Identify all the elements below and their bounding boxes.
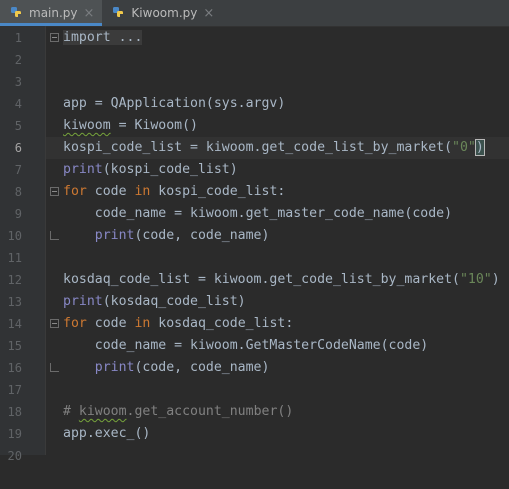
line-number: 18 bbox=[7, 405, 22, 419]
line-number: 8 bbox=[14, 185, 22, 199]
line-number: 17 bbox=[7, 383, 22, 397]
line-number: 5 bbox=[14, 119, 22, 133]
line-number: 15 bbox=[7, 339, 22, 353]
close-tab-icon[interactable]: × bbox=[84, 6, 95, 21]
line-number: 19 bbox=[7, 427, 22, 441]
line-number: 11 bbox=[7, 251, 22, 265]
tab-label: main.py bbox=[29, 6, 78, 20]
code-line-18: # kiwoom.get_account_number() bbox=[63, 404, 294, 419]
line-number: 4 bbox=[14, 97, 22, 111]
line-number: 9 bbox=[14, 207, 22, 221]
code-line-10: print(code, code_name) bbox=[94, 228, 270, 243]
line-number: 13 bbox=[7, 295, 22, 309]
code-line-13: print(kosdaq_code_list) bbox=[63, 294, 246, 309]
editor-tab-bar: main.py × Kiwoom.py × bbox=[0, 0, 509, 27]
code-area[interactable]: import ... app = QApplication(sys.argv) … bbox=[46, 26, 509, 455]
line-number: 16 bbox=[7, 361, 22, 375]
close-tab-icon[interactable]: × bbox=[203, 6, 214, 21]
line-number: 10 bbox=[7, 229, 22, 243]
code-editor[interactable]: 1 2 3 4 5 6 7 8 9 10 11 12 13 14 15 16 1… bbox=[0, 26, 509, 463]
line-number: 14 bbox=[7, 317, 22, 331]
line-number-gutter: 1 2 3 4 5 6 7 8 9 10 11 12 13 14 15 16 1… bbox=[0, 26, 46, 463]
python-file-icon bbox=[11, 7, 23, 19]
matched-brace: ) bbox=[474, 139, 485, 156]
tab-label: Kiwoom.py bbox=[131, 6, 198, 20]
code-line-8: for code in kospi_code_list: bbox=[63, 184, 286, 199]
line-number: 7 bbox=[14, 163, 22, 177]
python-file-icon bbox=[113, 7, 126, 19]
code-line-1: import ... bbox=[46, 27, 509, 49]
line-number: 2 bbox=[14, 53, 22, 67]
line-number: 6 bbox=[14, 141, 22, 155]
code-line-12: kosdaq_code_list = kiwoom.get_code_list_… bbox=[63, 272, 500, 287]
code-line-6-current: kospi_code_list = kiwoom.get_code_list_b… bbox=[46, 137, 509, 159]
code-line-14: for code in kosdaq_code_list: bbox=[63, 316, 294, 331]
line-number: 3 bbox=[14, 75, 22, 89]
code-line-9: code_name = kiwoom.get_master_code_name(… bbox=[63, 206, 453, 221]
tab-main-py[interactable]: main.py × bbox=[0, 0, 103, 26]
line-number: 1 bbox=[14, 31, 22, 45]
code-line-5: kiwoom = Kiwoom() bbox=[63, 118, 198, 133]
code-line-7: print(kospi_code_list) bbox=[63, 162, 238, 177]
line-number: 12 bbox=[7, 273, 22, 287]
code-line-4: app = QApplication(sys.argv) bbox=[63, 96, 286, 111]
code-line-19: app.exec_() bbox=[63, 426, 151, 441]
code-line-15: code_name = kiwoom.GetMasterCodeName(cod… bbox=[63, 338, 429, 353]
tab-kiwoom-py[interactable]: Kiwoom.py × bbox=[102, 0, 222, 26]
line-number: 20 bbox=[7, 449, 22, 463]
code-line-16: print(code, code_name) bbox=[94, 360, 270, 375]
folded-import-block[interactable]: import ... bbox=[63, 30, 143, 45]
